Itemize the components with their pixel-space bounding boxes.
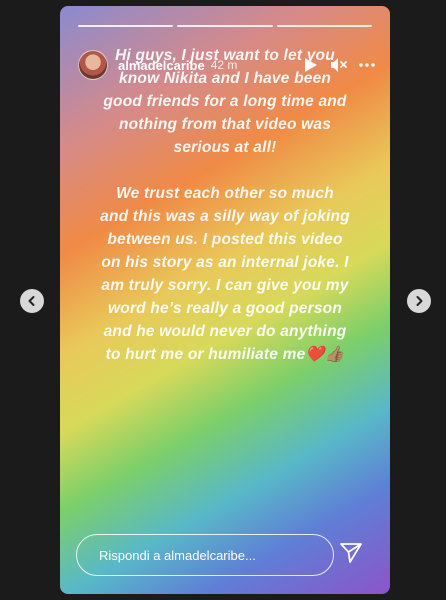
more-icon	[359, 63, 375, 67]
story-header: almadelcaribe 42 m	[78, 50, 376, 80]
progress-segment	[78, 25, 174, 27]
mute-button[interactable]	[330, 56, 348, 74]
progress-segment	[177, 25, 273, 27]
chevron-right-icon	[416, 296, 423, 306]
story-viewer[interactable]: Hi guys, I just want to let you know Nik…	[60, 6, 390, 594]
send-button[interactable]	[338, 540, 364, 566]
speaker-muted-icon	[331, 58, 347, 72]
story-text: Hi guys, I just want to let you know Nik…	[100, 44, 350, 389]
chevron-left-icon	[28, 296, 35, 306]
story-controls	[302, 56, 376, 74]
next-story-button[interactable]	[407, 289, 431, 313]
send-icon	[340, 543, 362, 563]
username[interactable]: almadelcaribe	[118, 58, 205, 73]
play-button[interactable]	[302, 56, 320, 74]
play-icon	[305, 58, 317, 72]
previous-story-button[interactable]	[20, 289, 44, 313]
reply-input[interactable]: Rispondi a almadelcaribe...	[76, 534, 334, 576]
story-progress	[78, 25, 372, 27]
story-paragraph: We trust each other so much and this was…	[100, 185, 350, 363]
post-time: 42 m	[210, 58, 238, 72]
progress-segment	[276, 25, 372, 27]
avatar[interactable]	[78, 50, 108, 80]
more-button[interactable]	[358, 56, 376, 74]
reply-placeholder: Rispondi a almadelcaribe...	[99, 547, 256, 563]
